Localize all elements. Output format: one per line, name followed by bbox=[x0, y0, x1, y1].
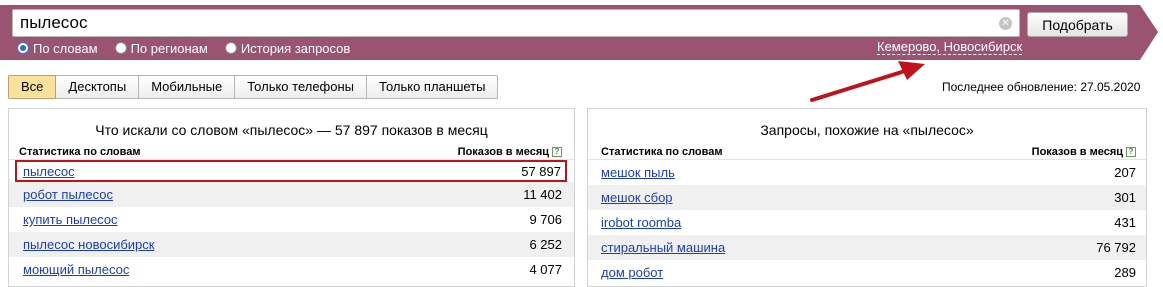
search-banner: ✕ Подобрать По словам По регионам Истори… bbox=[0, 0, 1163, 60]
column-keyword: Статистика по словам bbox=[601, 146, 723, 158]
column-count-label: Показов в месяц bbox=[457, 146, 549, 158]
radio-by-regions[interactable]: По регионам bbox=[114, 40, 208, 56]
tab-all[interactable]: Все bbox=[8, 75, 57, 99]
panel-title: Что искали со словом «пылесос» — 57 897 … bbox=[95, 122, 488, 138]
search-mode-group: По словам По регионам История запросов bbox=[17, 40, 367, 56]
similar-queries-panel: Запросы, похожие на «пылесос» Статистика… bbox=[587, 108, 1147, 287]
count-value: 289 bbox=[1114, 265, 1136, 280]
column-count: Показов в месяц? bbox=[1032, 146, 1136, 159]
count-value: 431 bbox=[1114, 215, 1136, 230]
table-row: мешок пыль 207 bbox=[588, 160, 1146, 185]
column-count: Показов в месяц? bbox=[458, 146, 562, 159]
table-row: дом робот 289 bbox=[588, 260, 1146, 285]
table-row: irobot roomba 431 bbox=[588, 210, 1146, 235]
table-row: купить пылесос 9 706 bbox=[9, 207, 574, 232]
radio-query-history[interactable]: История запросов bbox=[224, 40, 351, 56]
table-row: моющий пылесос 4 077 bbox=[9, 257, 574, 282]
keyword-link[interactable]: моющий пылесос bbox=[23, 262, 129, 277]
column-keyword: Статистика по словам bbox=[19, 146, 141, 158]
device-tabs: Все Десктопы Мобильные Только телефоны Т… bbox=[8, 75, 499, 99]
count-value: 6 252 bbox=[529, 237, 562, 252]
radio-by-words[interactable]: По словам bbox=[17, 41, 98, 56]
count-value: 11 402 bbox=[523, 187, 562, 202]
table-row: мешок сбор 301 bbox=[588, 185, 1146, 210]
keyword-link[interactable]: пылесос bbox=[23, 164, 75, 179]
table-row: пылесос новосибирск 6 252 bbox=[9, 232, 574, 257]
count-value: 9 706 bbox=[529, 212, 562, 227]
table-row: стиральный машина 76 792 bbox=[588, 235, 1146, 260]
search-input[interactable] bbox=[13, 10, 973, 36]
column-count-label: Показов в месяц bbox=[1031, 146, 1123, 158]
tab-desktops[interactable]: Десктопы bbox=[56, 75, 140, 99]
table-header: Статистика по словам Показов в месяц? bbox=[9, 146, 574, 160]
region-selector-link[interactable]: Кемерово, Новосибирск bbox=[877, 40, 1023, 55]
table-row: робот пылесос 11 402 bbox=[9, 182, 574, 207]
count-value: 301 bbox=[1114, 190, 1136, 205]
tab-mobile[interactable]: Мобильные bbox=[139, 75, 236, 99]
count-value: 76 792 bbox=[1096, 240, 1136, 255]
search-field[interactable]: ✕ bbox=[12, 9, 1020, 37]
table-row: пылесос 57 897 bbox=[15, 160, 567, 182]
tab-tablets-only[interactable]: Только планшеты bbox=[367, 75, 499, 99]
keyword-stats-panel: Что искали со словом «пылесос» — 57 897 … bbox=[8, 108, 575, 287]
help-icon[interactable]: ? bbox=[552, 147, 562, 157]
panel-title: Запросы, похожие на «пылесос» bbox=[760, 122, 974, 138]
keyword-link[interactable]: дом робот bbox=[601, 265, 663, 280]
help-icon[interactable]: ? bbox=[1126, 147, 1136, 157]
tab-phones-only[interactable]: Только телефоны bbox=[235, 75, 368, 99]
keyword-link[interactable]: пылесос новосибирск bbox=[23, 237, 154, 252]
table-header: Статистика по словам Показов в месяц? bbox=[588, 146, 1146, 160]
count-value: 207 bbox=[1114, 165, 1136, 180]
radio-label: История запросов bbox=[240, 40, 351, 56]
keyword-link[interactable]: робот пылесос bbox=[23, 187, 113, 202]
keyword-link[interactable]: irobot roomba bbox=[601, 215, 681, 230]
keyword-link[interactable]: мешок пыль bbox=[601, 165, 675, 180]
keyword-link[interactable]: купить пылесос bbox=[23, 212, 118, 227]
radio-unchecked-icon bbox=[224, 42, 237, 54]
close-circle-icon[interactable]: ✕ bbox=[999, 17, 1012, 30]
radio-checked-icon bbox=[17, 42, 29, 54]
radio-label: По регионам bbox=[130, 40, 208, 56]
last-update-text: Последнее обновление: 27.05.2020 bbox=[942, 80, 1141, 94]
keyword-link[interactable]: мешок сбор bbox=[601, 190, 673, 205]
count-value: 4 077 bbox=[529, 262, 562, 277]
radio-label: По словам bbox=[33, 40, 98, 56]
count-value: 57 897 bbox=[521, 163, 561, 179]
radio-unchecked-icon bbox=[114, 42, 127, 54]
keyword-link[interactable]: стиральный машина bbox=[601, 240, 725, 255]
submit-button[interactable]: Подобрать bbox=[1027, 12, 1128, 37]
